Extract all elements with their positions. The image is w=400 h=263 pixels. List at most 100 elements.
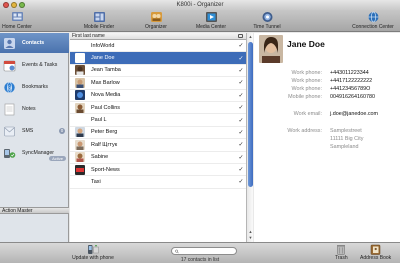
sync-check-icon[interactable]: ✓	[236, 42, 246, 49]
sidebar-item-notes[interactable]: Notes	[0, 99, 69, 119]
contact-name: Sabine	[91, 154, 109, 161]
work-phone-value[interactable]: +4417122222222	[330, 78, 372, 84]
work-email-label: Work email:	[293, 111, 322, 117]
scrollbar-thumb[interactable]	[248, 42, 253, 187]
sidebar-item-events-tasks[interactable]: Events & Tasks	[0, 55, 69, 75]
sync-check-icon[interactable]: ✓	[236, 129, 246, 136]
contact-logo-icon	[75, 164, 85, 175]
contact-photo-icon	[75, 102, 85, 113]
column-header-label: First last name	[72, 33, 105, 39]
toolbar-label: Organizer	[145, 24, 167, 30]
search-field[interactable]	[171, 247, 237, 255]
contact-name: Paul L	[91, 117, 107, 124]
contact-list: First last name InfoWorld ✓ Jane Doe ✓ J…	[70, 33, 253, 242]
sync-check-icon[interactable]: ✓	[236, 141, 246, 148]
contact-row-jean-tamba[interactable]: Jean Tamba ✓	[70, 65, 246, 78]
contact-row-paul-l[interactable]: Paul L ✓	[70, 114, 246, 127]
mobile-finder-icon	[93, 11, 106, 23]
update-phone-icon	[88, 245, 99, 254]
work-address-label: Work address:	[287, 128, 322, 134]
contact-photo-icon	[75, 65, 85, 76]
address-region: Sampleland	[330, 144, 359, 150]
contact-detail-name: Jane Doe	[287, 39, 325, 49]
work-email-value[interactable]: j.doe@janedoe.com	[330, 111, 378, 117]
contact-row-sport-news[interactable]: Sport-News ✓	[70, 164, 246, 177]
sync-check-icon[interactable]: ✓	[236, 92, 246, 99]
contact-row-taxi[interactable]: Taxi ✓	[70, 176, 246, 189]
list-scrollbar[interactable]: ▲ ▲ ▼	[246, 33, 253, 242]
sidebar-item-label: Contacts	[22, 40, 45, 46]
sidebar-item-label: Notes	[22, 106, 36, 112]
work-phone-label: Work phone:	[291, 86, 322, 92]
work-phone-value[interactable]: +44123456789O	[330, 86, 370, 92]
contact-avatar-icon	[75, 40, 85, 51]
toolbar-label: Mobile Finder	[83, 24, 115, 30]
action-master-header: Action Master	[0, 207, 69, 214]
contact-name: Nova Media	[91, 92, 121, 99]
search-icon	[175, 249, 179, 253]
contact-row-sabine[interactable]: Sabine ✓	[70, 152, 246, 164]
contact-row-ralf[interactable]: Ralf Щгтук ✓	[70, 139, 246, 152]
scroll-up-icon[interactable]: ▲	[248, 34, 253, 39]
toolbar-time-tunnel[interactable]: Time Tunnel	[238, 11, 296, 31]
connection-center-icon	[367, 11, 380, 23]
sms-count-badge: 0	[59, 128, 65, 134]
bookmarks-icon: @	[3, 81, 16, 94]
column-toggle-icon[interactable]	[238, 34, 243, 38]
sync-check-icon[interactable]: ✓	[236, 104, 246, 111]
list-column-header[interactable]: First last name	[70, 33, 246, 40]
sidebar-item-label: SMS	[22, 128, 34, 134]
contact-row-max-barlow[interactable]: Max Barlow ✓	[70, 77, 246, 90]
bottom-bar: Update with phone Trash Address Book 17 …	[0, 242, 400, 263]
sync-check-icon[interactable]: ✓	[236, 154, 246, 161]
sync-check-icon[interactable]: ✓	[236, 79, 246, 86]
contact-row-paul-collins[interactable]: Paul Collins ✓	[70, 102, 246, 115]
work-phone-value[interactable]: +443011223344	[330, 70, 369, 76]
contact-photo	[259, 35, 283, 63]
toolbar-connection-center[interactable]: Connection Center	[344, 11, 400, 31]
sync-check-icon[interactable]: ✓	[236, 166, 246, 173]
contact-row-jane-doe[interactable]: Jane Doe ✓	[70, 52, 246, 65]
sidebar: Contacts Events & Tasks @ Bookmarks Note…	[0, 33, 69, 242]
address-street: Samplestreet	[330, 128, 362, 134]
toolbar-media-center[interactable]: Media Center	[182, 11, 240, 31]
contact-row-nova-media[interactable]: Nova Media ✓	[70, 90, 246, 102]
contact-count-status: 17 contacts in list	[180, 257, 220, 263]
scroll-up-icon[interactable]: ▲	[248, 229, 253, 234]
contact-name: Peter Berg	[91, 129, 118, 136]
toolbar-label: Media Center	[195, 24, 226, 30]
sidebar-item-sms[interactable]: SMS 0	[0, 121, 69, 141]
toolbar-mobile-finder[interactable]: Mobile Finder	[70, 11, 128, 31]
sidebar-item-label: Bookmarks	[22, 84, 48, 90]
sidebar-item-contacts[interactable]: Contacts	[0, 33, 69, 53]
sync-check-icon[interactable]: ✓	[236, 178, 246, 185]
sidebar-item-bookmarks[interactable]: @ Bookmarks	[0, 77, 69, 97]
toolbar-organizer[interactable]: Organizer	[127, 11, 185, 31]
sync-check-icon[interactable]: ✓	[236, 67, 246, 74]
address-city: 11111 Big City	[330, 136, 364, 142]
main-toolbar: Home Center Mobile Finder Organizer Medi…	[0, 10, 400, 32]
organizer-icon	[150, 11, 163, 23]
contact-row-peter-berg[interactable]: Peter Berg ✓	[70, 127, 246, 140]
mobile-phone-value[interactable]: 004916264160780	[330, 94, 375, 100]
contact-name: Sport-News	[91, 166, 120, 173]
contact-rows: InfoWorld ✓ Jane Doe ✓ Jean Tamba ✓ Max …	[70, 40, 246, 189]
contact-avatar-icon	[75, 53, 85, 64]
scroll-down-icon[interactable]: ▼	[248, 235, 253, 240]
toolbar-label: Connection Center	[352, 24, 394, 30]
organizer-window: K800i - Organizer Home Center Mobile Fin…	[0, 0, 400, 263]
sidebar-item-syncmanager[interactable]: SyncManager Active	[0, 143, 69, 163]
time-tunnel-icon	[261, 11, 274, 23]
contact-row-infoworld[interactable]: InfoWorld ✓	[70, 40, 246, 53]
sync-check-icon[interactable]: ✓	[236, 55, 246, 62]
sync-check-icon[interactable]: ✓	[236, 117, 246, 124]
notes-icon	[3, 103, 16, 116]
contact-avatar-icon	[75, 176, 85, 187]
contact-photo-icon	[75, 139, 85, 150]
sms-icon	[3, 125, 16, 138]
calendar-icon	[3, 59, 16, 72]
toolbar-home-center[interactable]: Home Center	[0, 11, 46, 31]
sidebar-item-label: SyncManager	[22, 150, 55, 156]
search-input[interactable]	[181, 248, 236, 254]
sync-status-pill: Active	[49, 156, 66, 161]
